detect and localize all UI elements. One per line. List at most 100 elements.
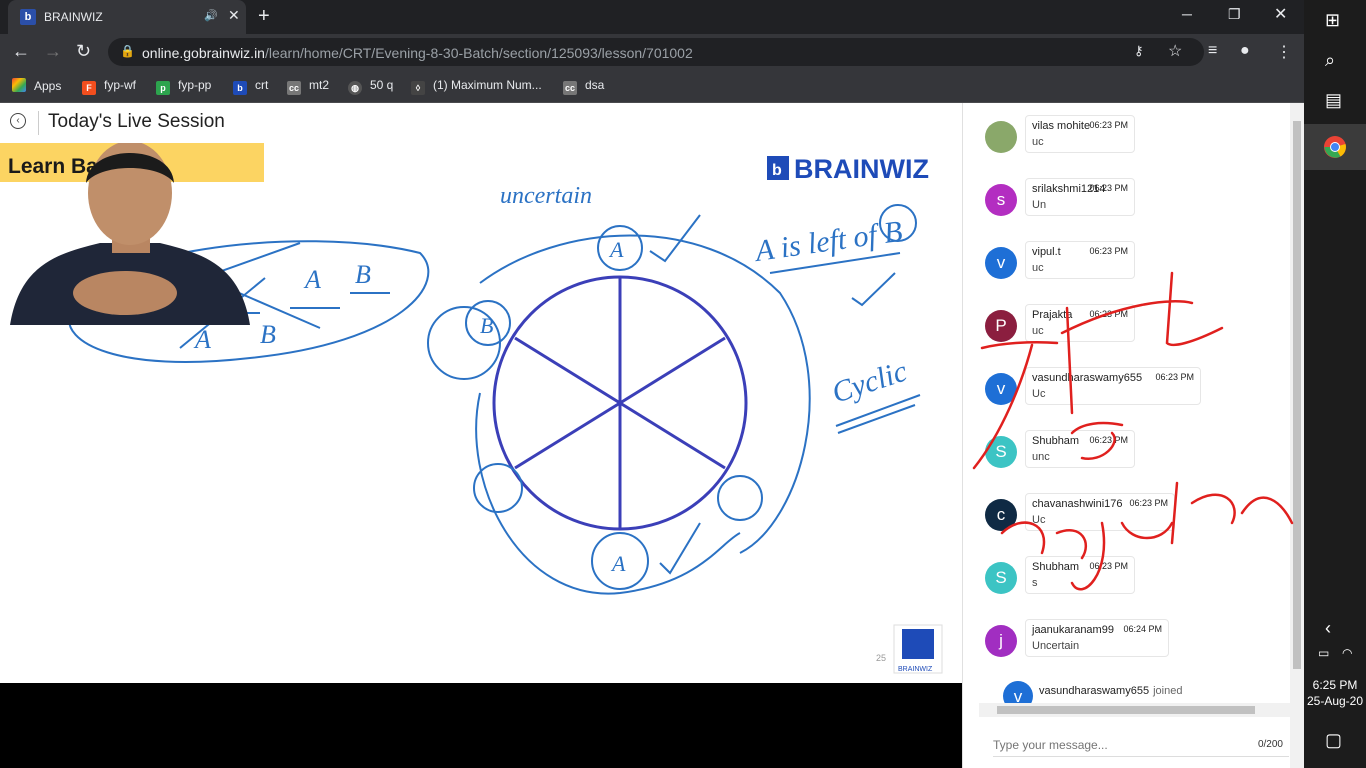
chat-message: s srilakshmi1214 06:23 PM Un — [979, 172, 1289, 224]
apps-grid-icon — [12, 78, 26, 92]
bookmark-mt2[interactable]: cc mt2 — [287, 78, 329, 95]
restore-icon[interactable]: ❐ — [1228, 6, 1241, 23]
bookmark-fyp-wf[interactable]: Ffyp-wf — [82, 78, 136, 95]
message-time: 06:23 PM — [1089, 435, 1128, 445]
chat-vertical-scrollbar[interactable] — [1290, 103, 1304, 768]
bookmark-maximum-num[interactable]: ◊ (1) Maximum Num... — [411, 78, 542, 95]
bookmark-star-icon[interactable]: ☆ — [1168, 41, 1182, 61]
page-body: ‹ Today's Live Session Learn Basics b BR… — [0, 103, 1304, 768]
avatar: j — [985, 625, 1017, 657]
bookmark-fyp-pp[interactable]: p fyp-pp — [156, 78, 211, 95]
message-text: uc — [1032, 136, 1044, 148]
chrome-icon — [1324, 136, 1346, 158]
media-control-icon[interactable]: ≡ — [1208, 42, 1217, 60]
corner-logo-text: BRAINWIZ — [898, 666, 933, 673]
char-count: 0/200 — [1257, 739, 1283, 750]
menu-dots-icon[interactable]: ⋮ — [1276, 42, 1292, 62]
chat-panel: vilas mohite 06:23 PM uc s srilakshmi121… — [962, 103, 1304, 768]
window-close-icon[interactable]: ✕ — [1274, 4, 1287, 24]
message-bubble: chavanashwini176 06:23 PM Uc — [1025, 493, 1175, 531]
leetcode-icon: ◊ — [411, 81, 425, 95]
doodle-a3: A — [193, 325, 211, 354]
presenter-video-icon — [10, 143, 250, 325]
notification-icon[interactable]: ▢ — [1325, 730, 1342, 751]
message-text: Uncertain — [1032, 640, 1080, 652]
brainwiz-logo-text: BRAINWIZ — [794, 154, 929, 184]
bookmark-crt[interactable]: b crt — [233, 78, 268, 95]
tab-strip: b BRAINWIZ 🔊 ✕ + ─ ❐ ✕ — [0, 0, 1304, 34]
chat-messages[interactable]: vilas mohite 06:23 PM uc s srilakshmi121… — [979, 103, 1289, 703]
back-circle-icon[interactable]: ‹ — [10, 113, 26, 129]
cc-icon: cc — [563, 81, 577, 95]
circle-b-left: B — [480, 313, 493, 338]
bookmarks-bar: Apps Ffyp-wf p fyp-pp b crt cc mt2 ◍ 50 q ◊(… — [0, 70, 1304, 103]
chrome-taskbar-button[interactable] — [1304, 124, 1366, 170]
bookmark-50q[interactable]: ◍ 50 q — [348, 78, 393, 95]
new-tab-icon[interactable]: + — [258, 5, 270, 28]
back-arrow-icon[interactable]: ← — [12, 41, 30, 62]
clock-time: 6:25 PM — [1312, 678, 1358, 692]
chat-message-input[interactable] — [993, 733, 1233, 757]
chat-horizontal-scrollbar[interactable] — [979, 703, 1290, 717]
message-bubble: Shubham 06:23 PM s — [1025, 556, 1135, 594]
session-header: ‹ Today's Live Session — [0, 103, 962, 143]
minimize-icon[interactable]: ─ — [1182, 6, 1192, 22]
message-text: uc — [1032, 262, 1044, 274]
forward-arrow-icon[interactable]: → — [44, 41, 62, 62]
message-text: s — [1032, 577, 1038, 589]
chat-message: vilas mohite 06:23 PM uc — [979, 109, 1289, 161]
circle-a-top: A — [608, 237, 624, 262]
annotation-uncertain: uncertain — [500, 183, 592, 209]
message-time: 06:23 PM — [1129, 498, 1168, 508]
chat-message: v vipul.t 06:23 PM uc — [979, 235, 1289, 287]
taskbar-clock[interactable]: 6:25 PM 25-Aug-20 — [1304, 678, 1366, 708]
avatar: s — [985, 184, 1017, 216]
message-text: Uc — [1032, 514, 1046, 526]
message-bubble: Shubham 06:23 PM unc — [1025, 430, 1135, 468]
battery-icon[interactable]: ▭ — [1318, 646, 1329, 660]
tab-close-icon[interactable]: ✕ — [228, 7, 240, 24]
browser-tab[interactable]: b BRAINWIZ 🔊 ✕ — [8, 0, 246, 34]
join-notice: v vasundharaswamy655 joined — [1003, 681, 1183, 703]
avatar: S — [985, 562, 1017, 594]
svg-text:b: b — [772, 162, 782, 179]
chat-message: j jaanukaranam99 06:24 PM Uncertain — [979, 613, 1289, 665]
search-icon[interactable]: ⌕ — [1325, 50, 1335, 71]
avatar: v — [1003, 681, 1033, 703]
avatar: P — [985, 310, 1017, 342]
avatar — [985, 121, 1017, 153]
chat-input-area: 0/200 — [993, 733, 1289, 757]
doodle-a2: A — [303, 265, 321, 294]
doodle-b2: B — [355, 260, 371, 289]
windows-start-icon[interactable]: ⊞ — [1325, 10, 1340, 31]
clock-date: 25-Aug-20 — [1306, 694, 1364, 708]
url-text: online.gobrainwiz.in/learn/home/CRT/Even… — [142, 45, 693, 61]
avatar: c — [985, 499, 1017, 531]
reload-icon[interactable]: ↻ — [76, 41, 91, 62]
profile-icon[interactable]: ● — [1240, 42, 1250, 60]
bookmark-dsa[interactable]: cc dsa — [563, 78, 604, 95]
avatar: v — [985, 373, 1017, 405]
message-text: unc — [1032, 451, 1050, 463]
joined-label: joined — [1153, 685, 1183, 697]
scrollbar-thumb[interactable] — [1293, 121, 1301, 669]
speaker-icon[interactable]: 🔊 — [204, 9, 218, 22]
chevron-up-icon[interactable]: ‹ — [1325, 618, 1331, 639]
message-text: Un — [1032, 199, 1047, 211]
message-text: uc — [1032, 325, 1044, 337]
page-title: Today's Live Session — [48, 111, 225, 132]
task-view-icon[interactable]: ▤ — [1325, 90, 1342, 111]
wifi-icon[interactable]: ◠ — [1342, 646, 1352, 660]
avatar: v — [985, 247, 1017, 279]
header-divider — [38, 111, 39, 135]
key-icon[interactable]: ⚷ — [1134, 43, 1144, 59]
corner-brainwiz-icon — [902, 629, 934, 659]
scrollbar-thumb[interactable] — [997, 706, 1255, 714]
cc-icon: cc — [287, 81, 301, 95]
bookmark-apps[interactable]: Apps — [12, 78, 61, 93]
message-time: 06:23 PM — [1089, 120, 1128, 130]
address-bar[interactable]: 🔒 online.gobrainwiz.in/learn/home/CRT/Ev… — [108, 38, 1204, 66]
pp-icon: p — [156, 81, 170, 95]
brainwiz-favicon-icon: b — [20, 9, 36, 25]
avatar: S — [985, 436, 1017, 468]
